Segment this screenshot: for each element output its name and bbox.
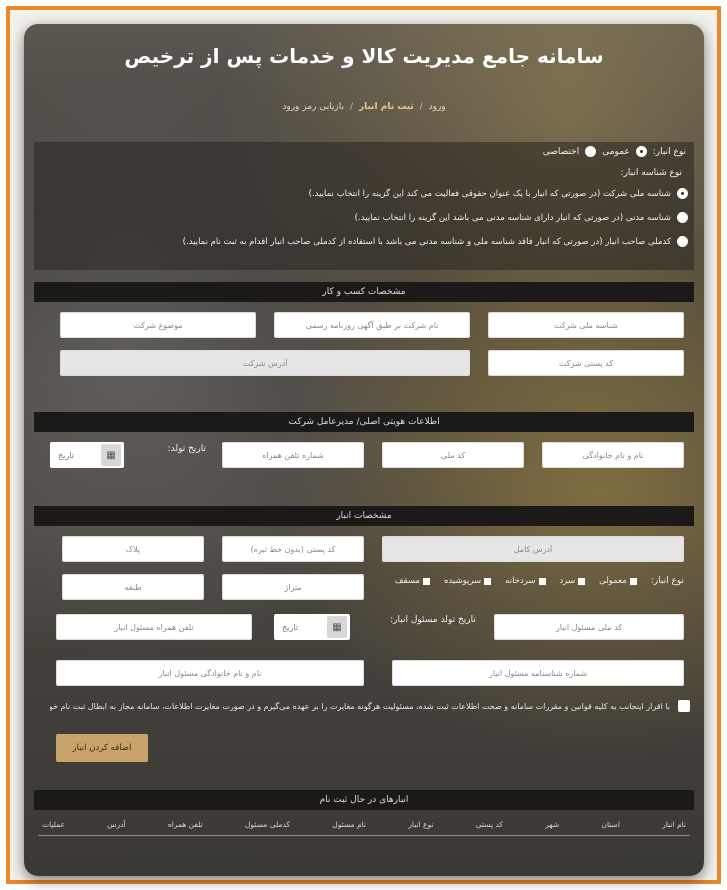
column-header[interactable]: کدملی مسئول: [245, 820, 290, 835]
ceo-section-header: اطلاعات هویتی اصلی/ مدیرعامل شرکت: [34, 412, 694, 432]
category-covered[interactable]: سرپوشیده: [443, 576, 492, 586]
radio-private-label: اختصاصی: [542, 146, 580, 157]
breadcrumb-login-link[interactable]: ورود: [429, 102, 446, 112]
agreement-text: با اقرار اینجانب به کلیه قوانین و مقررات…: [50, 701, 670, 711]
id-option-national[interactable]: شناسه ملی شرکت (در صورتی که انبار با یک …: [309, 188, 688, 199]
column-header[interactable]: نام انبار: [662, 820, 686, 835]
category-roofed[interactable]: مسقف: [395, 576, 430, 586]
column-header[interactable]: عملیات: [42, 820, 65, 835]
warehouse-full-address-input[interactable]: آدرس کامل: [382, 536, 684, 562]
column-header[interactable]: نوع انبار: [408, 820, 433, 835]
radio-public[interactable]: [635, 146, 647, 157]
breadcrumb-recover-link[interactable]: بازیابی رمز ورود: [282, 102, 344, 112]
manager-birth-date-input[interactable]: ▦ تاریخ: [274, 614, 350, 640]
breadcrumb-separator: /: [349, 102, 354, 112]
column-header[interactable]: استان: [602, 820, 620, 835]
radio-owner-code[interactable]: [677, 236, 688, 247]
manager-national-code-input[interactable]: کد ملی مسئول انبار: [494, 614, 684, 640]
category-normal-label: معمولی: [599, 576, 627, 586]
type-options-band: [34, 142, 694, 270]
id-option-civil-text: شناسه مدنی (در صورتی که انبار دارای شناس…: [354, 212, 671, 223]
category-cold-storage-checkbox[interactable]: [538, 577, 546, 585]
category-cold-storage-label: سردخانه: [505, 576, 536, 586]
add-warehouse-button[interactable]: اضافه کردن انبار: [56, 734, 148, 762]
column-header[interactable]: تلفن همراه: [168, 820, 203, 835]
column-header[interactable]: کد پستی: [476, 820, 503, 835]
id-type-label: نوع شناسه انبار:: [620, 168, 682, 178]
company-national-id-input[interactable]: شناسه ملی شرکت: [488, 312, 684, 338]
ceo-full-name-input[interactable]: نام و نام خانوادگی: [542, 442, 684, 468]
company-subject-input[interactable]: موضوع شرکت: [60, 312, 256, 338]
ceo-date-placeholder: تاریخ: [58, 450, 74, 460]
company-postal-code-input[interactable]: کد پستی شرکت: [488, 350, 684, 376]
calendar-icon[interactable]: ▦: [327, 616, 347, 638]
calendar-icon[interactable]: ▦: [101, 444, 121, 466]
breadcrumb: ورود / ثبت نام انبار / بازیابی رمز ورود: [24, 102, 704, 112]
category-covered-label: سرپوشیده: [443, 576, 482, 586]
warehouse-type-label: نوع انبار:: [652, 146, 686, 157]
warehouse-postal-code-input[interactable]: کد پستی (بدون خط تیره): [222, 536, 364, 562]
id-option-owner-text: کدملی صاحب انبار (در صورتی که انبار فاقد…: [182, 236, 671, 247]
breadcrumb-separator: /: [419, 102, 423, 112]
warehouse-area-input[interactable]: متراژ: [222, 574, 364, 600]
agreement-row: با اقرار اینجانب به کلیه قوانین و مقررات…: [40, 700, 690, 712]
category-roofed-checkbox[interactable]: [422, 577, 430, 585]
radio-civil-id[interactable]: [677, 212, 688, 223]
company-address-input[interactable]: آدرس شرکت: [60, 350, 470, 376]
pending-table-header: نام انبار استان شهر کد پستی نوع انبار نا…: [38, 820, 690, 836]
id-option-civil[interactable]: شناسه مدنی (در صورتی که انبار دارای شناس…: [355, 212, 688, 223]
ceo-birth-date-label: تاریخ تولد:: [167, 444, 206, 454]
manager-id-number-input[interactable]: شماره شناسنامه مسئول انبار: [392, 660, 684, 686]
breadcrumb-active: ثبت نام انبار: [358, 102, 414, 112]
id-option-national-text: شناسه ملی شرکت (در صورتی که انبار با یک …: [308, 188, 671, 199]
category-roofed-label: مسقف: [394, 576, 420, 586]
category-cold-label: سرد: [559, 576, 576, 586]
column-header[interactable]: شهر: [545, 820, 559, 835]
ceo-birth-date-input[interactable]: ▦ تاریخ: [50, 442, 124, 468]
page-title: سامانه جامع مدیریت کالا و خدمات پس از تر…: [124, 44, 604, 68]
radio-private[interactable]: [585, 146, 597, 157]
category-cold[interactable]: سرد: [560, 576, 586, 586]
column-header[interactable]: نام مسئول: [332, 820, 366, 835]
warehouse-plaque-input[interactable]: پلاک: [62, 536, 204, 562]
ceo-mobile-input[interactable]: شماره تلفن همراه: [222, 442, 364, 468]
category-covered-checkbox[interactable]: [484, 577, 492, 585]
warehouse-category-label: نوع انبار:: [650, 576, 684, 586]
business-section-header: مشخصات کسب و کار: [34, 282, 694, 302]
id-option-owner[interactable]: کدملی صاحب انبار (در صورتی که انبار فاقد…: [183, 236, 688, 247]
pending-section-header: انبارهای در حال ثبت نام: [34, 790, 694, 810]
column-header[interactable]: آدرس: [107, 820, 125, 835]
category-normal-checkbox[interactable]: [629, 577, 637, 585]
category-cold-checkbox[interactable]: [578, 577, 586, 585]
category-cold-storage[interactable]: سردخانه: [505, 576, 546, 586]
manager-mobile-input[interactable]: تلفن همراه مسئول انبار: [56, 614, 252, 640]
registration-panel: سامانه جامع مدیریت کالا و خدمات پس از تر…: [24, 24, 704, 876]
agreement-checkbox[interactable]: [678, 700, 690, 712]
manager-full-name-input[interactable]: نام و نام خانوادگی مسئول انبار: [56, 660, 364, 686]
company-name-input[interactable]: نام شرکت بر طبق آگهی روزنامه رسمی: [274, 312, 470, 338]
radio-public-label: عمومی: [602, 146, 630, 157]
warehouse-section-header: مشخصات انبار: [34, 506, 694, 526]
manager-date-placeholder: تاریخ: [282, 622, 298, 632]
warehouse-type-row: نوع انبار: عمومی اختصاصی: [543, 146, 686, 157]
manager-birth-date-label: تاریخ تولد مسئول انبار:: [390, 615, 476, 625]
warehouse-floor-input[interactable]: طبقه: [62, 574, 204, 600]
category-normal[interactable]: معمولی: [599, 576, 637, 586]
radio-national-id[interactable]: [677, 188, 688, 199]
ceo-national-code-input[interactable]: کد ملی: [382, 442, 524, 468]
warehouse-category-row: نوع انبار: معمولی سرد سردخانه سرپوشیده م…: [395, 576, 684, 586]
